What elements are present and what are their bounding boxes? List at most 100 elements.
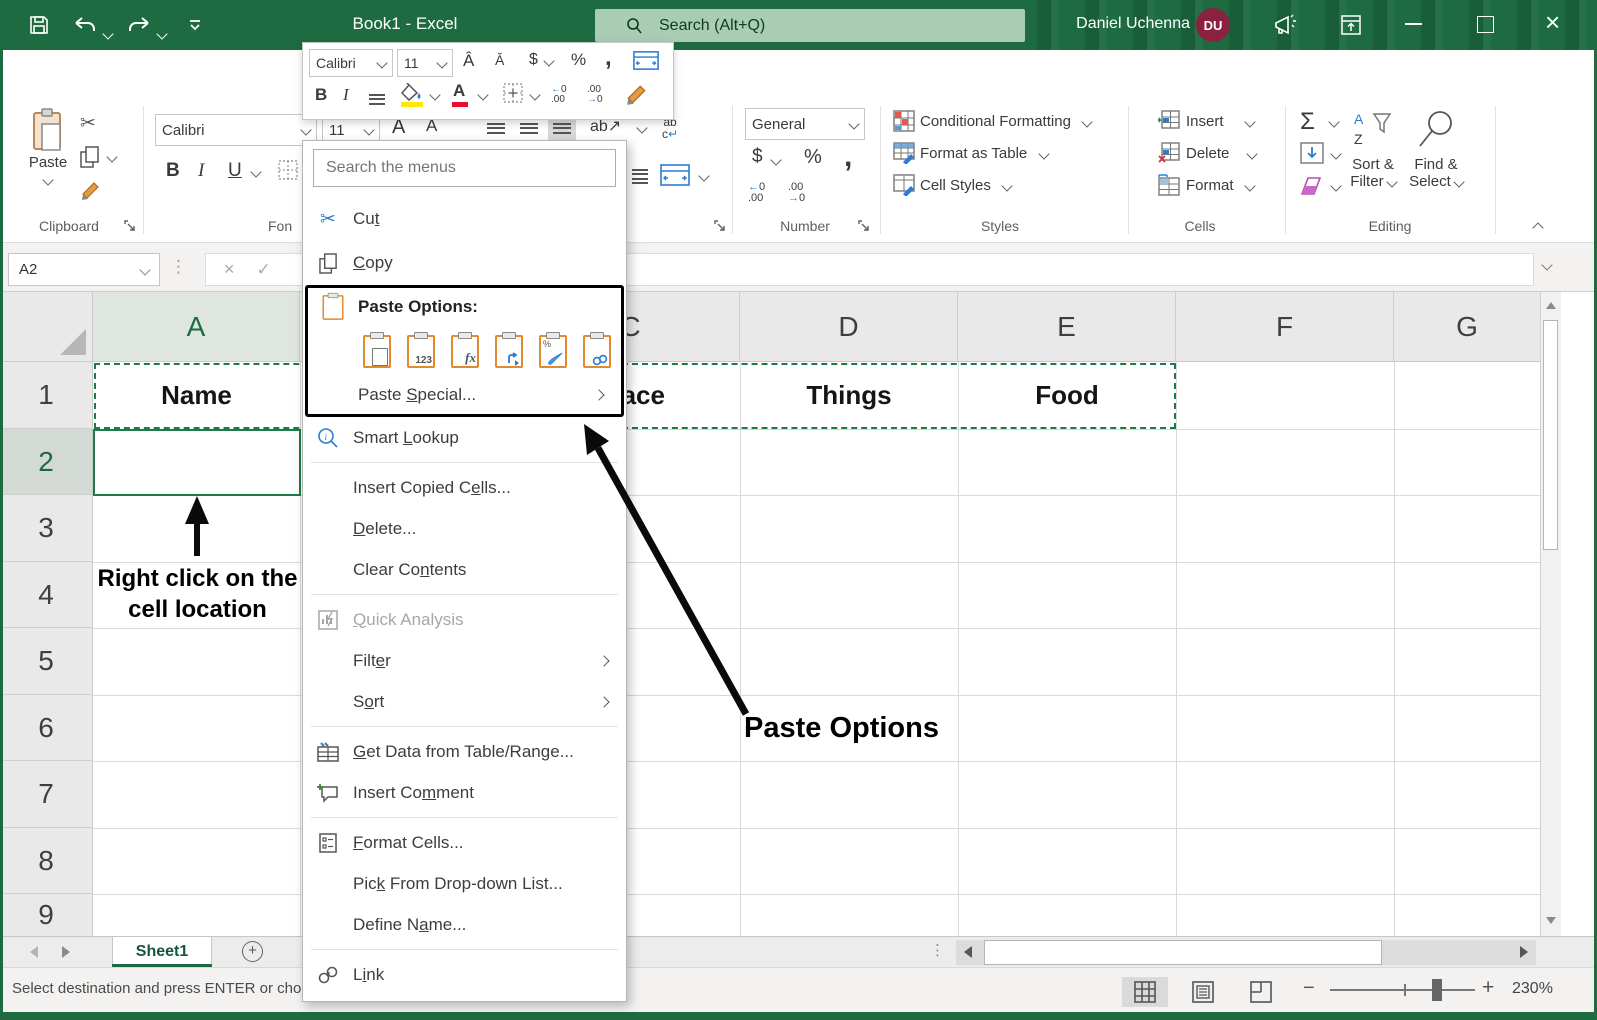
accounting-dropdown-icon[interactable] xyxy=(770,154,782,166)
copy-icon[interactable] xyxy=(80,146,100,168)
menu-item-paste-special[interactable]: Paste Special... xyxy=(308,376,621,414)
menu-item-filter[interactable]: Filter xyxy=(303,640,626,681)
menu-item-cut[interactable]: ✂ Cut xyxy=(303,197,626,241)
tab-scrollbar-splitter[interactable]: ⋮ xyxy=(930,941,945,959)
mini-decrease-font-icon[interactable]: Ǎ xyxy=(495,52,504,68)
format-as-table-button[interactable]: Format as Table xyxy=(920,145,1050,163)
row-header-6[interactable]: 6 xyxy=(0,695,93,761)
close-button[interactable]: × xyxy=(1545,9,1560,35)
vertical-scrollbar[interactable] xyxy=(1540,292,1561,936)
mini-comma-icon[interactable]: , xyxy=(605,44,612,72)
accounting-format-icon[interactable]: $ xyxy=(752,146,763,168)
sort-filter-button[interactable]: Sort & Filter xyxy=(1345,156,1401,190)
menu-item-pick-from-list[interactable]: Pick From Drop-down List... xyxy=(303,863,626,904)
normal-view-button[interactable] xyxy=(1122,977,1168,1007)
paste-link-icon[interactable] xyxy=(580,330,614,368)
delete-button[interactable]: Delete xyxy=(1186,145,1258,163)
paste-button[interactable]: Paste xyxy=(21,108,75,189)
mini-font-color-dropdown-icon[interactable] xyxy=(477,89,489,101)
paste-transpose-icon[interactable] xyxy=(492,330,526,368)
feedback-megaphone-icon[interactable] xyxy=(1272,13,1298,37)
conditional-formatting-button[interactable]: Conditional Formatting xyxy=(920,113,1094,131)
mini-decrease-decimal-icon[interactable]: .00 →0 xyxy=(587,85,603,105)
maximize-button[interactable] xyxy=(1477,16,1494,33)
percent-style-icon[interactable]: % xyxy=(804,146,822,169)
format-painter-icon[interactable] xyxy=(80,180,102,202)
mini-increase-font-icon[interactable]: Â xyxy=(463,51,474,71)
name-box-splitter[interactable]: ⋮ xyxy=(170,257,187,277)
mini-format-painter-icon[interactable] xyxy=(625,83,649,107)
menu-item-sort[interactable]: Sort xyxy=(303,681,626,722)
select-all-corner[interactable] xyxy=(0,292,93,362)
orientation-dropdown-icon[interactable] xyxy=(636,122,648,134)
menu-item-clear-contents[interactable]: Clear Contents xyxy=(303,549,626,590)
cut-icon[interactable]: ✂ xyxy=(80,112,96,135)
mini-borders-icon[interactable] xyxy=(503,83,523,103)
ribbon-display-options-icon[interactable] xyxy=(1340,14,1362,36)
row-header-9[interactable]: 9 xyxy=(0,894,93,936)
italic-button[interactable]: I xyxy=(198,160,204,182)
paste-formulas-icon[interactable]: fx xyxy=(448,330,482,368)
find-select-button[interactable]: Find & Select xyxy=(1405,156,1467,190)
align-top-icon[interactable] xyxy=(487,120,505,136)
mini-bold-button[interactable]: B xyxy=(315,85,327,105)
menu-item-insert-comment[interactable]: Insert Comment xyxy=(303,772,626,813)
zoom-in-button[interactable]: + xyxy=(1482,976,1494,1000)
paste-values-icon[interactable]: 123 xyxy=(404,330,438,368)
column-header-F[interactable]: F xyxy=(1176,292,1394,362)
search-input[interactable] xyxy=(657,15,991,36)
column-header-A[interactable]: A xyxy=(93,292,300,362)
new-sheet-button[interactable]: + xyxy=(242,941,263,962)
page-break-view-button[interactable] xyxy=(1238,977,1284,1007)
fill-dropdown-icon[interactable] xyxy=(1330,148,1342,160)
sheet-next-icon[interactable] xyxy=(62,946,70,958)
autosum-icon[interactable]: Σ xyxy=(1300,108,1315,136)
undo-icon[interactable] xyxy=(72,15,98,35)
bold-button[interactable]: B xyxy=(166,160,180,182)
scroll-left-icon[interactable] xyxy=(964,946,972,958)
mini-accounting-icon[interactable]: $ xyxy=(529,51,538,69)
zoom-slider-thumb[interactable] xyxy=(1432,979,1442,1001)
row-header-2[interactable]: 2 xyxy=(0,429,93,495)
mini-fill-dropdown-icon[interactable] xyxy=(429,89,441,101)
horizontal-scroll-thumb[interactable] xyxy=(984,940,1382,965)
borders-icon[interactable] xyxy=(278,160,298,180)
menu-item-format-cells[interactable]: Format Cells... xyxy=(303,822,626,863)
save-icon[interactable] xyxy=(28,14,50,36)
mini-fill-color-icon[interactable] xyxy=(401,83,423,107)
insert-button[interactable]: Insert xyxy=(1186,113,1256,131)
horizontal-scrollbar[interactable] xyxy=(956,940,1536,965)
quick-access-customize-icon[interactable] xyxy=(188,18,202,32)
mini-italic-button[interactable]: I xyxy=(343,85,349,105)
row-header-4[interactable]: 4 xyxy=(0,562,93,628)
mini-merge-icon[interactable] xyxy=(633,51,659,70)
decrease-decimal-icon[interactable]: .00 →0 xyxy=(788,182,805,204)
paste-formatting-icon[interactable]: % xyxy=(536,330,570,368)
row-header-3[interactable]: 3 xyxy=(0,495,93,562)
selected-cell-A2[interactable] xyxy=(93,429,301,496)
fill-icon[interactable] xyxy=(1300,142,1324,164)
paste-icon[interactable] xyxy=(360,330,394,368)
redo-icon[interactable] xyxy=(126,15,152,35)
font-name-combo[interactable]: Calibri xyxy=(155,114,317,146)
page-layout-view-button[interactable] xyxy=(1180,977,1226,1007)
row-header-5[interactable]: 5 xyxy=(0,628,93,695)
cell-styles-button[interactable]: Cell Styles xyxy=(920,177,1013,195)
mini-font-size-combo[interactable]: 11 xyxy=(397,49,453,77)
mini-accounting-dropdown-icon[interactable] xyxy=(543,55,555,67)
comma-style-icon[interactable]: , xyxy=(844,140,852,174)
scroll-right-icon[interactable] xyxy=(1520,946,1528,958)
row-header-8[interactable]: 8 xyxy=(0,828,93,894)
clipboard-dialog-launcher-icon[interactable] xyxy=(124,220,136,232)
collapse-ribbon-icon[interactable] xyxy=(1532,222,1544,234)
row-header-7[interactable]: 7 xyxy=(0,761,93,828)
minimize-button[interactable] xyxy=(1405,23,1422,25)
vertical-scroll-thumb[interactable] xyxy=(1543,320,1558,550)
clear-dropdown-icon[interactable] xyxy=(1330,180,1342,192)
expand-formula-bar-icon[interactable] xyxy=(1541,259,1553,271)
mini-increase-decimal-icon[interactable]: ←0.00 xyxy=(551,85,567,105)
user-name[interactable]: Daniel Uchenna xyxy=(1040,15,1190,33)
clear-icon[interactable] xyxy=(1300,176,1324,196)
mini-borders-dropdown-icon[interactable] xyxy=(529,89,541,101)
number-format-combo[interactable]: General xyxy=(745,108,865,140)
